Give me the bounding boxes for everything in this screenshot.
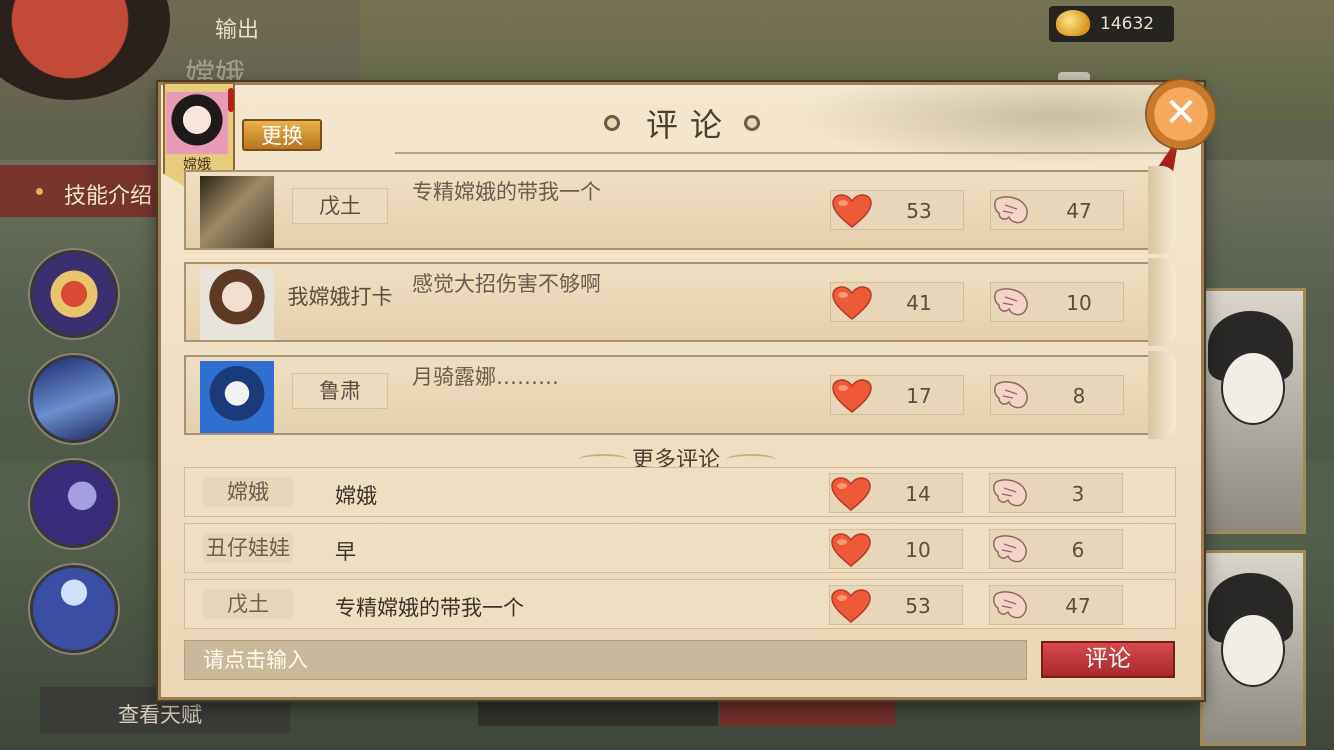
- avatar[interactable]: [200, 268, 274, 340]
- heart-icon[interactable]: [831, 193, 873, 229]
- heart-icon[interactable]: [830, 532, 872, 568]
- like-count: 14: [905, 482, 931, 506]
- scroll-curl: [1148, 166, 1176, 254]
- skill-1-icon[interactable]: [30, 355, 118, 443]
- dislike-button[interactable]: 47: [990, 190, 1124, 230]
- thumb-down-icon[interactable]: [991, 195, 1031, 227]
- thumb-down-icon[interactable]: [991, 380, 1031, 412]
- skin-card[interactable]: [1200, 550, 1306, 746]
- skin-portrait-face: [1221, 351, 1285, 425]
- dislike-button[interactable]: 47: [989, 585, 1123, 625]
- dislike-count: 3: [1071, 482, 1085, 506]
- avatar[interactable]: [200, 176, 274, 248]
- like-button[interactable]: 17: [830, 375, 964, 415]
- dislike-count: 8: [1072, 384, 1086, 408]
- commenter-name: 嫦娥: [203, 477, 293, 507]
- heart-icon[interactable]: [830, 588, 872, 624]
- dislike-count: 47: [1066, 199, 1092, 223]
- list-item: 丑仔娃娃 早 10 6: [184, 523, 1176, 573]
- list-item: 嫦娥 嫦娥 14 3: [184, 467, 1176, 517]
- dislike-count: 47: [1065, 594, 1091, 618]
- like-count: 53: [906, 199, 932, 223]
- comment-input[interactable]: 请点击输入: [184, 640, 1027, 680]
- thumb-down-icon[interactable]: [990, 534, 1030, 566]
- thumb-down-icon[interactable]: [990, 590, 1030, 622]
- like-button[interactable]: 10: [829, 529, 963, 569]
- like-count: 53: [905, 594, 931, 618]
- like-count: 10: [905, 538, 931, 562]
- list-item: 戊土 专精嫦娥的带我一个 53 47: [184, 579, 1176, 629]
- like-button[interactable]: 53: [830, 190, 964, 230]
- top-comment-card: 我嫦娥打卡 感觉大招伤害不够啊 41 10: [184, 258, 1176, 346]
- dislike-count: 6: [1071, 538, 1085, 562]
- thumb-down-icon[interactable]: [990, 478, 1030, 510]
- commenter-name: 我嫦娥打卡: [287, 285, 393, 309]
- dislike-button[interactable]: 6: [989, 529, 1123, 569]
- comment-text: 月骑露娜………: [412, 365, 559, 389]
- heart-icon[interactable]: [831, 285, 873, 321]
- commenter-name: 鲁肃: [292, 373, 388, 409]
- skill-2-icon[interactable]: [30, 460, 118, 548]
- thumb-down-icon[interactable]: [991, 287, 1031, 319]
- comment-text: 专精嫦娥的带我一个: [412, 180, 601, 204]
- skin-portrait-face: [1221, 613, 1285, 687]
- close-button[interactable]: ✕: [1147, 80, 1215, 148]
- pin-icon: [228, 88, 234, 112]
- avatar[interactable]: [200, 361, 274, 433]
- dislike-button[interactable]: 3: [989, 473, 1123, 513]
- gold-ingot-icon: [1056, 10, 1090, 36]
- scroll-curl: [1148, 258, 1176, 346]
- dialog-title: 评论: [645, 106, 734, 144]
- dislike-count: 10: [1066, 291, 1092, 315]
- comment-text: 嫦娥: [335, 484, 377, 508]
- skin-card[interactable]: [1200, 288, 1306, 534]
- hero-role-label: 输出: [215, 18, 260, 43]
- change-hero-button[interactable]: 更换: [242, 119, 322, 151]
- header-divider: [395, 152, 1175, 154]
- title-ornament-icon: [604, 115, 620, 131]
- bullet-icon: [36, 188, 43, 195]
- top-comment-card: 鲁肃 月骑露娜……… 17 8: [184, 351, 1176, 439]
- gold-amount: 14632: [1100, 14, 1155, 34]
- title-ornament-icon: [744, 115, 760, 131]
- like-button[interactable]: 41: [830, 282, 964, 322]
- heart-icon[interactable]: [830, 476, 872, 512]
- like-count: 17: [906, 384, 932, 408]
- hero-avatar: [166, 92, 228, 154]
- heart-icon[interactable]: [831, 378, 873, 414]
- commenter-name: 丑仔娃娃: [203, 533, 293, 563]
- comment-text: 专精嫦娥的带我一个: [335, 596, 524, 620]
- commenter-name: 戊土: [292, 188, 388, 224]
- comment-text: 早: [335, 540, 356, 564]
- view-talent-label[interactable]: 查看天赋: [118, 699, 202, 729]
- submit-comment-button[interactable]: 评论: [1041, 641, 1175, 678]
- skill-intro-label[interactable]: 技能介绍: [64, 178, 152, 210]
- dislike-button[interactable]: 10: [990, 282, 1124, 322]
- commenter-name: 戊土: [203, 589, 293, 619]
- comment-text: 感觉大招伤害不够啊: [412, 272, 601, 296]
- divider-ornament-left: [578, 454, 628, 466]
- dislike-button[interactable]: 8: [990, 375, 1124, 415]
- top-comment-card: 戊土 专精嫦娥的带我一个 53 47: [184, 166, 1176, 254]
- like-count: 41: [906, 291, 932, 315]
- like-button[interactable]: 53: [829, 585, 963, 625]
- skill-passive-icon[interactable]: [30, 250, 118, 338]
- like-button[interactable]: 14: [829, 473, 963, 513]
- close-icon[interactable]: ✕: [1147, 80, 1215, 148]
- skill-3-icon[interactable]: [30, 565, 118, 653]
- scroll-curl: [1148, 351, 1176, 439]
- divider-ornament-right: [726, 454, 776, 466]
